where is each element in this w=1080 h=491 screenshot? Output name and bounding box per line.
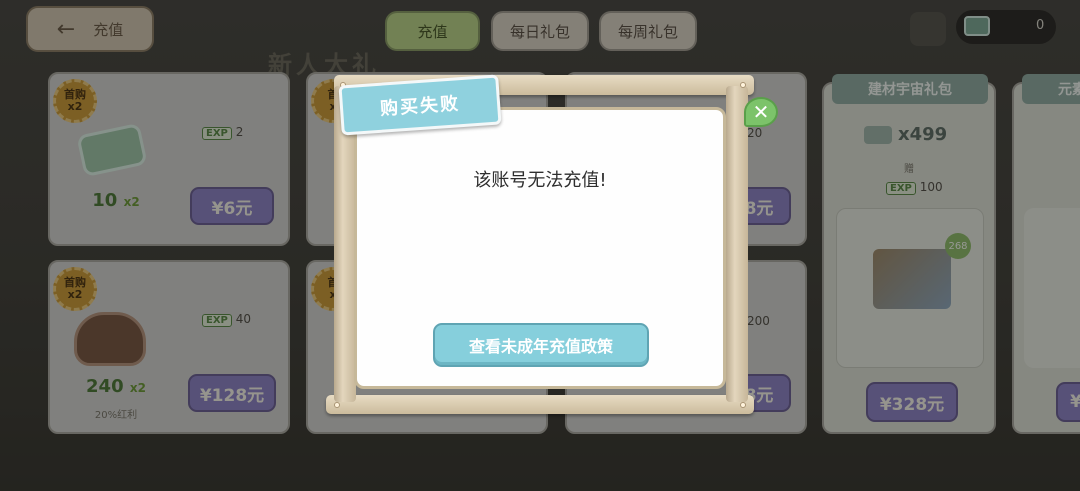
frame-right	[726, 86, 748, 402]
nail	[740, 402, 746, 408]
frame-bottom	[326, 395, 754, 414]
dialog-message: 该账号无法充值!	[473, 170, 607, 191]
minor-policy-button[interactable]: 查看未成年充值政策	[433, 323, 649, 367]
dialog-title: 购买失败	[379, 93, 461, 120]
close-button[interactable]: ✕	[744, 97, 778, 127]
nail	[740, 82, 746, 88]
nail	[334, 402, 340, 408]
close-icon: ✕	[752, 100, 770, 124]
